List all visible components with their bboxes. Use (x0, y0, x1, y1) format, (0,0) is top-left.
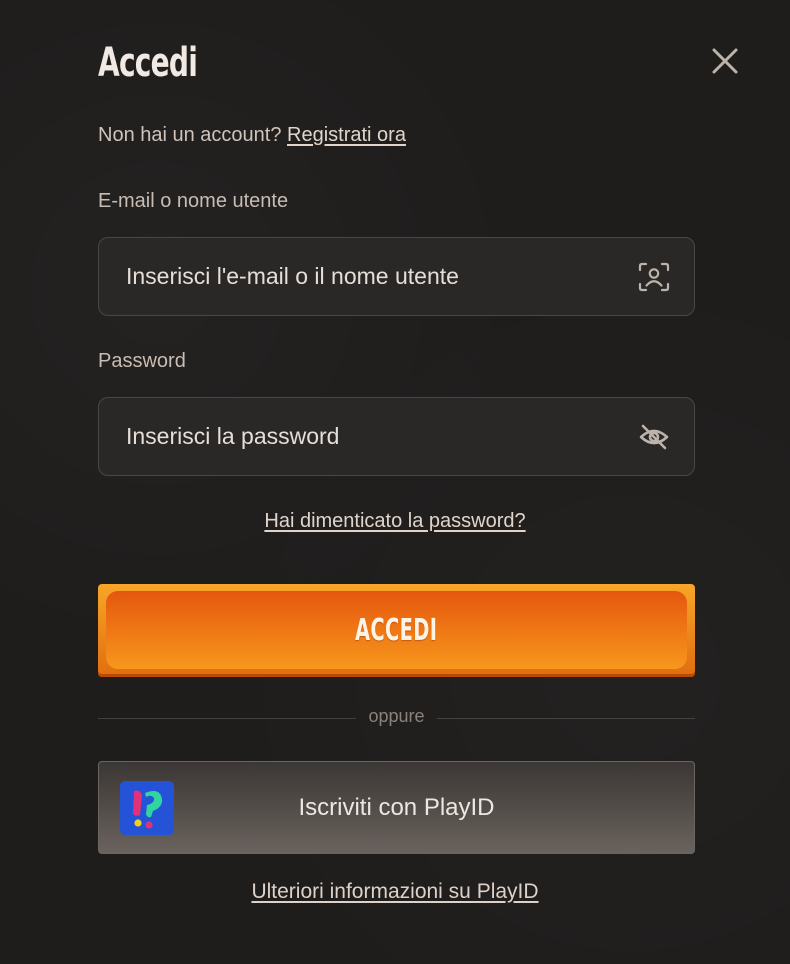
playid-signup-button[interactable]: Iscriviti con PlayID (98, 761, 695, 854)
email-field-container (98, 237, 695, 316)
login-button-face: ACCEDI (106, 591, 687, 669)
playid-button-label: Iscriviti con PlayID (298, 794, 495, 821)
login-button[interactable]: ACCEDI (98, 584, 695, 677)
forgot-password-row: Hai dimenticato la password? (0, 510, 790, 533)
login-dialog: Accedi Non hai un account? Registrati or… (0, 0, 790, 964)
divider-text: oppure (368, 706, 425, 726)
email-label: E-mail o nome utente (98, 190, 289, 212)
password-input[interactable] (126, 398, 626, 475)
dialog-title: Accedi (98, 40, 198, 86)
playid-info-row: Ulteriori informazioni su PlayID (0, 880, 790, 904)
signup-link[interactable]: Registrati ora (287, 124, 406, 146)
close-icon (712, 48, 738, 74)
close-button[interactable] (706, 42, 744, 80)
playid-info-link[interactable]: Ulteriori informazioni su PlayID (251, 880, 538, 903)
eye-off-icon[interactable] (638, 422, 670, 452)
forgot-password-link[interactable]: Hai dimenticato la password? (264, 510, 525, 532)
email-input[interactable] (126, 238, 626, 315)
signup-prompt-text: Non hai un account? (98, 124, 282, 146)
password-field-container (98, 397, 695, 476)
face-scan-icon[interactable] (638, 262, 670, 292)
signup-prompt: Non hai un account? Registrati ora (98, 124, 406, 147)
login-button-label: ACCEDI (355, 612, 438, 648)
password-label: Password (98, 350, 186, 372)
divider-line-right (437, 718, 695, 719)
or-divider: oppure (98, 706, 695, 732)
